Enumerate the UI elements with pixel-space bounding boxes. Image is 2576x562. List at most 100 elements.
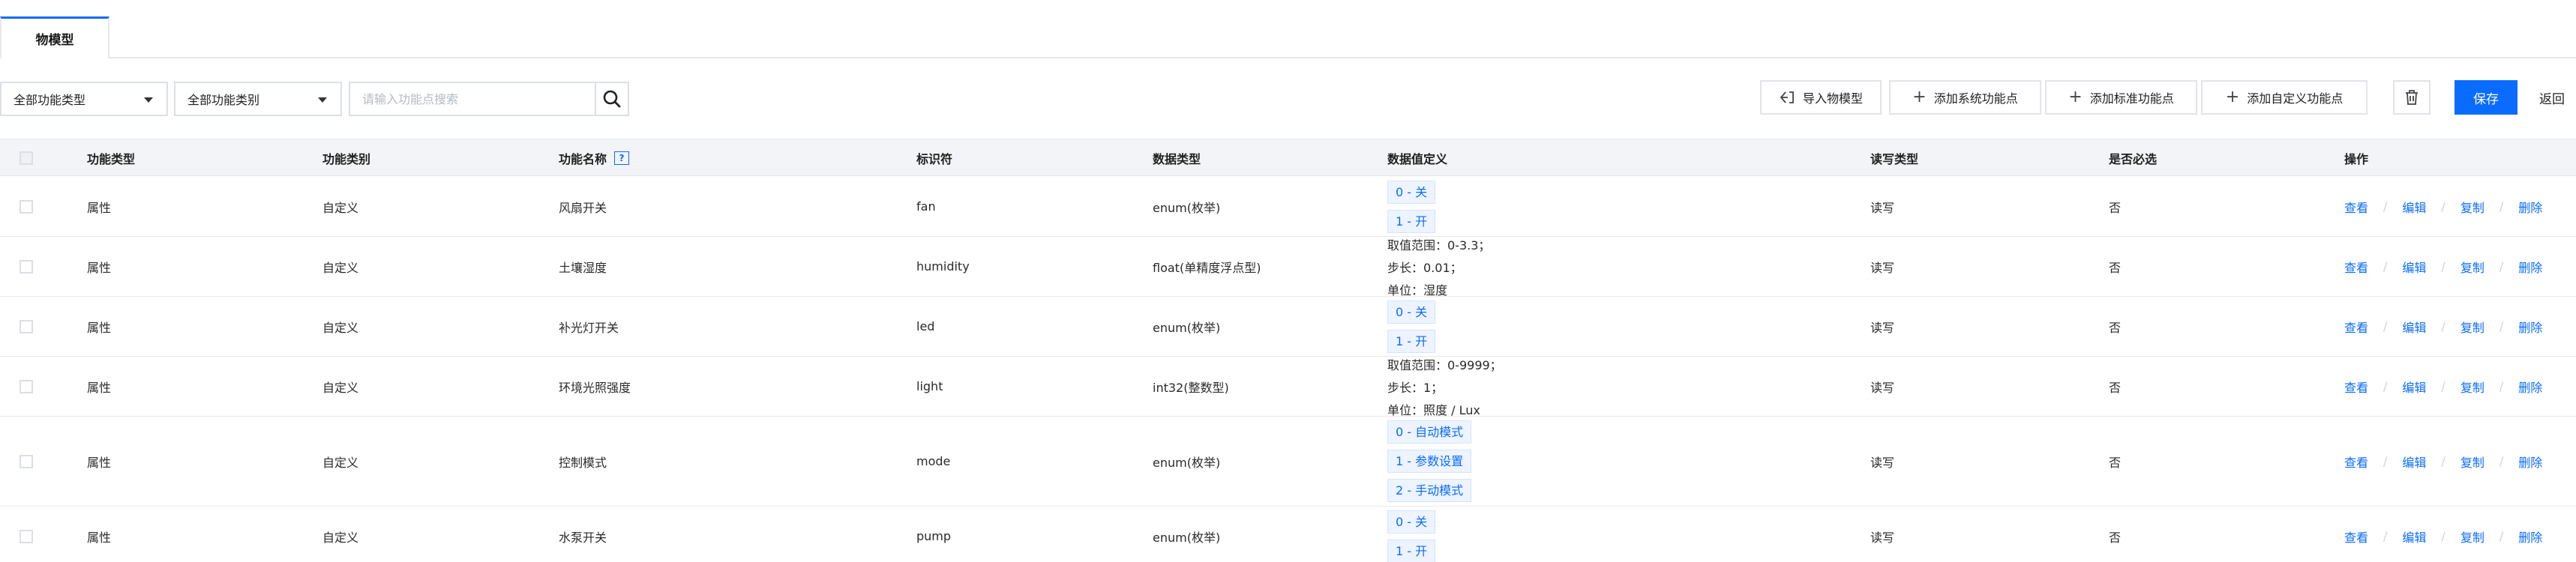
cell-function-name: 水泵开关 (559, 530, 607, 545)
enum-value-tag: 1 - 开 (1387, 209, 1436, 233)
import-model-button[interactable]: 导入物模型 (1760, 80, 1882, 115)
enum-value-tag: 0 - 关 (1387, 300, 1436, 324)
row-checkbox[interactable] (19, 530, 33, 543)
header-function-type: 功能类型 (87, 152, 136, 166)
function-type-select[interactable]: 全部功能类型 (0, 82, 168, 116)
cell-rw-type: 读写 (1870, 200, 1895, 215)
view-link[interactable]: 查看 (2344, 528, 2368, 546)
function-category-select[interactable]: 全部功能类别 (174, 82, 342, 116)
add-standard-function-button[interactable]: + 添加标准功能点 (2045, 80, 2197, 115)
edit-link[interactable]: 编辑 (2402, 528, 2426, 546)
cell-value-definition: 0 - 关 1 - 开 (1387, 507, 1436, 562)
add-custom-function-label: 添加自定义功能点 (2247, 91, 2344, 106)
cell-function-type: 属性 (87, 455, 112, 470)
table-row: 属性 自定义 水泵开关 pump enum(枚举) 读写 否 0 - 关 1 - 开 查看 / 编辑 /… (0, 507, 2576, 562)
delete-link[interactable]: 删除 (2518, 318, 2542, 336)
header-identifier: 标识符 (916, 152, 953, 166)
table-row: 属性 自定义 土壤湿度 humidity float(单精度浮点型) 读写 否 取值范围：0-… (0, 237, 2576, 297)
view-link[interactable]: 查看 (2344, 378, 2368, 396)
cell-data-type: enum(枚举) (1153, 320, 1221, 335)
copy-link[interactable]: 复制 (2461, 378, 2485, 396)
edit-link[interactable]: 编辑 (2402, 453, 2426, 471)
view-link[interactable]: 查看 (2344, 258, 2368, 276)
value-range-line: 单位：照度 / Lux (1387, 402, 1480, 417)
edit-link[interactable]: 编辑 (2402, 378, 2426, 396)
delete-link[interactable]: 删除 (2518, 378, 2542, 396)
cell-data-type: float(单精度浮点型) (1153, 260, 1261, 275)
header-actions: 操作 (2344, 152, 2369, 166)
row-checkbox[interactable] (19, 200, 33, 214)
action-separator: / (2499, 379, 2504, 393)
cell-function-category: 自定义 (322, 200, 359, 215)
cell-function-name: 土壤湿度 (559, 260, 607, 275)
back-button[interactable]: 返回 (2528, 80, 2576, 115)
select-all-checkbox[interactable] (19, 151, 33, 165)
help-icon[interactable]: ? (614, 151, 630, 165)
cell-value-definition: 0 - 自动模式 1 - 参数设置 2 - 手动模式 (1387, 417, 1472, 506)
delete-link[interactable]: 删除 (2518, 528, 2542, 546)
cell-function-type: 属性 (87, 260, 112, 275)
copy-link[interactable]: 复制 (2461, 318, 2485, 336)
caret-down-icon (318, 97, 327, 103)
import-icon (1780, 91, 1794, 103)
action-separator: / (2499, 319, 2504, 333)
view-link[interactable]: 查看 (2344, 318, 2368, 336)
add-standard-function-label: 添加标准功能点 (2089, 91, 2174, 106)
enum-value-tag: 0 - 自动模式 (1387, 420, 1472, 444)
function-type-select-value: 全部功能类型 (13, 93, 86, 107)
search-icon (603, 90, 621, 108)
copy-link[interactable]: 复制 (2461, 198, 2485, 216)
trash-icon (2406, 90, 2418, 105)
header-required: 是否必选 (2109, 152, 2158, 166)
action-separator: / (2441, 454, 2446, 468)
delete-link[interactable]: 删除 (2518, 198, 2542, 216)
copy-link[interactable]: 复制 (2461, 528, 2485, 546)
value-range-line: 取值范围：0-3.3； (1387, 238, 1491, 253)
header-data-type: 数据类型 (1153, 152, 1201, 166)
cell-value-definition: 0 - 关 1 - 开 (1387, 177, 1436, 236)
row-actions: 查看 / 编辑 / 复制 / 删除 (2344, 507, 2542, 562)
cell-data-type: int32(整数型) (1153, 380, 1229, 395)
copy-link[interactable]: 复制 (2461, 453, 2485, 471)
table-row: 属性 自定义 风扇开关 fan enum(枚举) 读写 否 0 - 关 1 - 开 查看 / 编辑 / 复… (0, 177, 2576, 237)
row-checkbox[interactable] (19, 260, 33, 274)
delete-all-button[interactable] (2393, 80, 2431, 115)
action-separator: / (2383, 319, 2388, 333)
view-link[interactable]: 查看 (2344, 198, 2368, 216)
search-input[interactable] (349, 82, 596, 116)
save-button[interactable]: 保存 (2455, 80, 2518, 115)
enum-value-tag: 1 - 开 (1387, 329, 1436, 353)
delete-link[interactable]: 删除 (2518, 258, 2542, 276)
row-actions: 查看 / 编辑 / 复制 / 删除 (2344, 357, 2542, 416)
value-range-list: 取值范围：0-9999； 步长：1； 单位：照度 / Lux (1387, 355, 1502, 418)
cell-function-category: 自定义 (322, 455, 359, 470)
cell-identifier: led (916, 319, 935, 333)
cell-required: 否 (2109, 530, 2122, 545)
action-separator: / (2499, 259, 2504, 274)
add-system-function-button[interactable]: + 添加系统功能点 (1889, 80, 2041, 115)
delete-link[interactable]: 删除 (2518, 453, 2542, 471)
row-checkbox[interactable] (19, 320, 33, 333)
row-checkbox[interactable] (19, 380, 33, 393)
add-custom-function-button[interactable]: + 添加自定义功能点 (2201, 80, 2368, 115)
cell-identifier: fan (916, 199, 936, 214)
view-link[interactable]: 查看 (2344, 453, 2368, 471)
row-actions: 查看 / 编辑 / 复制 / 删除 (2344, 237, 2542, 296)
action-separator: / (2441, 319, 2446, 333)
edit-link[interactable]: 编辑 (2402, 198, 2426, 216)
value-range-list: 取值范围：0-3.3； 步长：0.01； 单位：湿度 (1387, 235, 1490, 298)
cell-data-type: enum(枚举) (1153, 200, 1221, 215)
search-button[interactable] (595, 82, 629, 116)
table-row: 属性 自定义 控制模式 mode enum(枚举) 读写 否 0 - 自动模式 1 - 参数设置… (0, 417, 2576, 507)
copy-link[interactable]: 复制 (2461, 258, 2485, 276)
cell-data-type: enum(枚举) (1153, 530, 1221, 545)
row-checkbox[interactable] (19, 455, 33, 468)
plus-icon: + (1912, 88, 1927, 106)
action-separator: / (2441, 529, 2446, 543)
edit-link[interactable]: 编辑 (2402, 258, 2426, 276)
cell-value-definition: 取值范围：0-9999； 步长：1； 单位：照度 / Lux (1387, 355, 1502, 418)
cell-rw-type: 读写 (1870, 455, 1895, 470)
tab-thing-model[interactable]: 物模型 (0, 16, 109, 58)
cell-rw-type: 读写 (1870, 320, 1895, 335)
edit-link[interactable]: 编辑 (2402, 318, 2426, 336)
